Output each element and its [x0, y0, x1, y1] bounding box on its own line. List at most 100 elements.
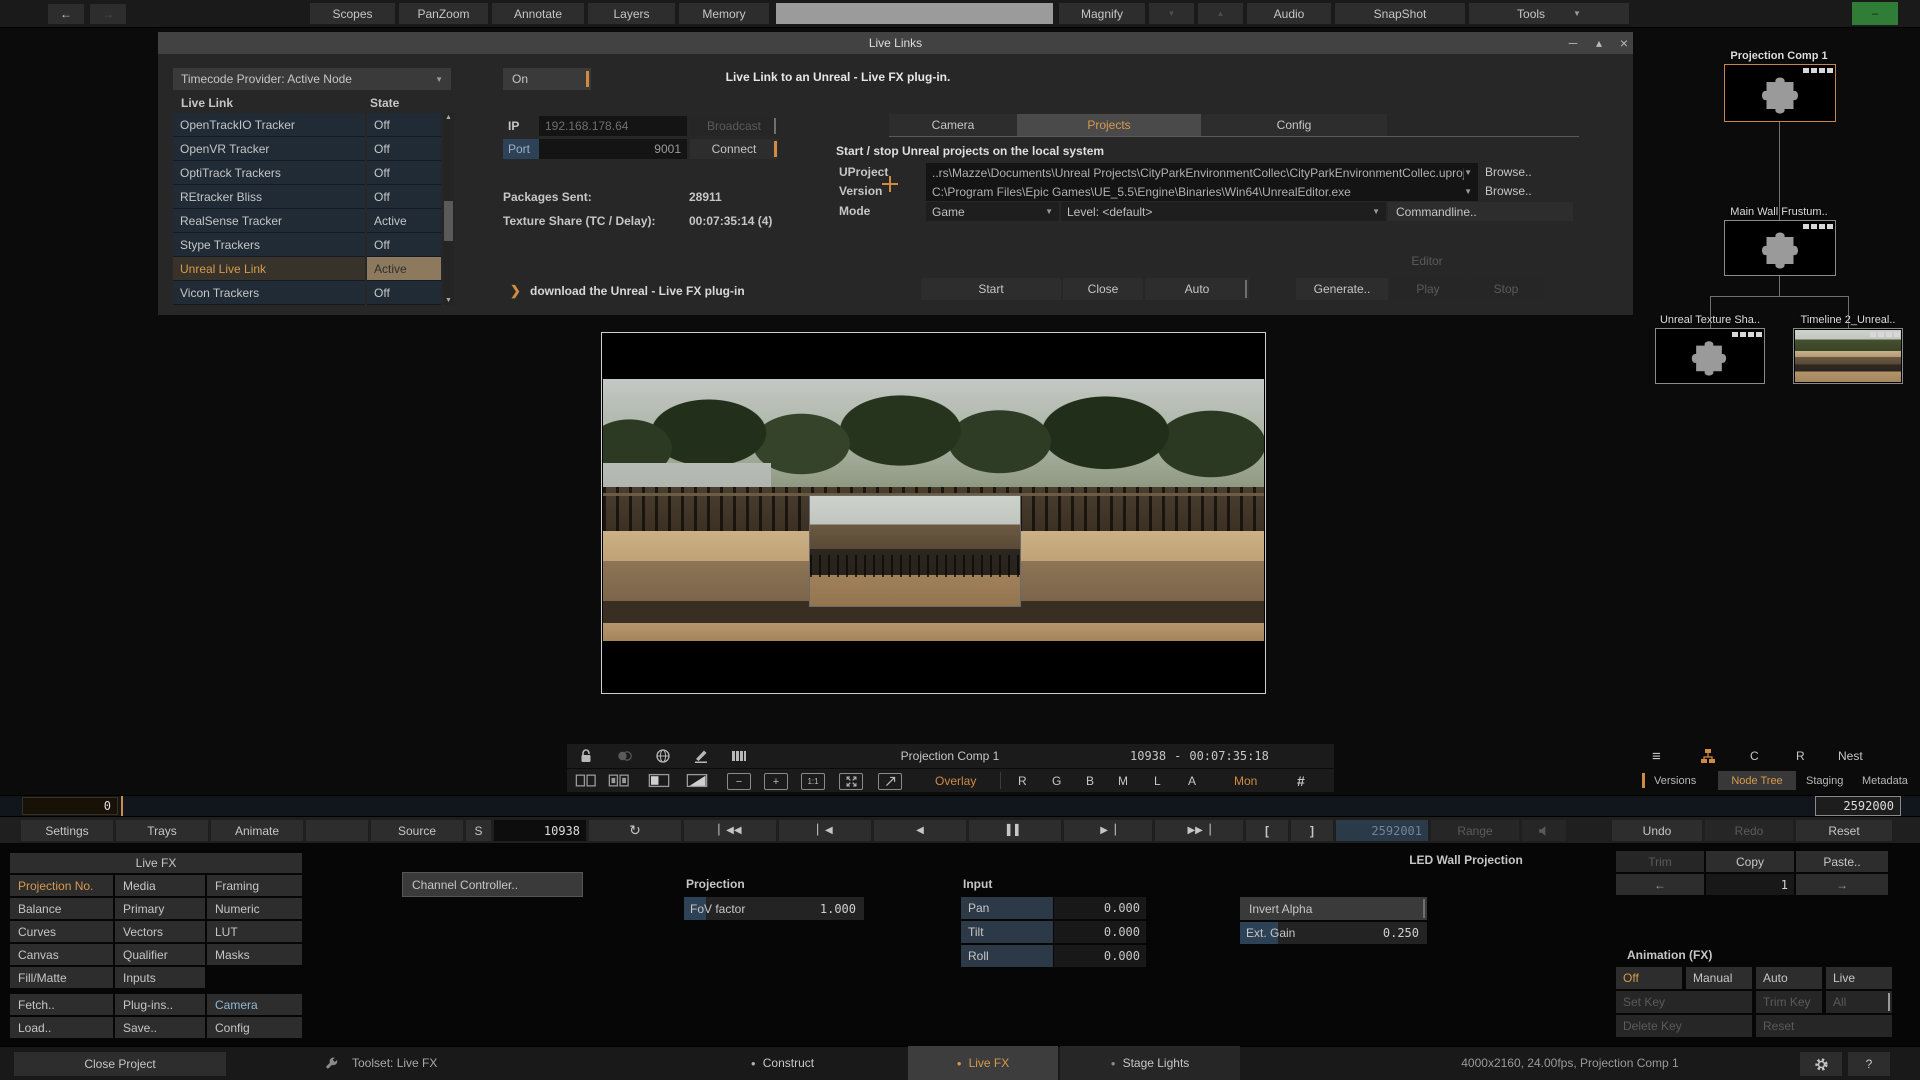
livefx-masks[interactable]: Masks — [207, 944, 302, 965]
range-button[interactable]: Range — [1431, 820, 1519, 841]
tab-node-tree[interactable]: Node Tree — [1718, 771, 1796, 790]
prev-frame-button[interactable]: ▏◀ — [779, 820, 871, 841]
tilt-value[interactable]: 0.000 — [1054, 921, 1146, 943]
globe-icon[interactable] — [655, 748, 671, 764]
tab-metadata[interactable]: Metadata — [1862, 769, 1908, 792]
mode-dropdown[interactable]: Game▼ — [926, 202, 1059, 221]
node-tree-icon[interactable] — [1700, 748, 1716, 764]
overlay-toggle[interactable]: Overlay — [935, 769, 976, 792]
settings-gear-button[interactable] — [1800, 1052, 1842, 1076]
settings-button[interactable]: Settings — [21, 820, 113, 841]
livefx-camera[interactable]: Camera — [207, 994, 302, 1015]
livefx-balance[interactable]: Balance — [10, 898, 113, 919]
version-browse-button[interactable]: Browse.. — [1485, 184, 1532, 198]
anim-off-button[interactable]: Off — [1616, 967, 1682, 989]
mark-in-button[interactable]: [ — [1246, 820, 1288, 841]
delete-key-button[interactable]: Delete Key — [1616, 1015, 1752, 1037]
start-button[interactable]: Start — [921, 278, 1061, 300]
play-button[interactable]: Play — [1390, 278, 1466, 300]
scroll-up-icon[interactable]: ▲ — [443, 114, 454, 121]
livefx-fetch[interactable]: Fetch.. — [10, 994, 113, 1015]
mark-out-button[interactable]: ] — [1291, 820, 1333, 841]
paste-button[interactable]: Paste.. — [1796, 851, 1888, 872]
tracker-row-name[interactable]: OpenVR Tracker — [173, 137, 365, 161]
timeline-in-field[interactable]: 0 — [22, 797, 118, 815]
auto-button[interactable]: Auto — [1145, 278, 1249, 300]
current-frame-field[interactable]: 10938 — [494, 820, 586, 841]
tracker-row-state[interactable]: Off — [367, 113, 441, 137]
anim-reset-button[interactable]: Reset — [1756, 1015, 1892, 1037]
trays-button[interactable]: Trays — [116, 820, 208, 841]
level-dropdown[interactable]: Level: <default>▼ — [1061, 202, 1386, 221]
wrench-icon[interactable] — [324, 1056, 339, 1071]
timecode-provider-dropdown[interactable]: Timecode Provider: Active Node▼ — [173, 68, 451, 90]
channel-controller-button[interactable]: Channel Controller.. — [402, 872, 583, 897]
zoom-out-button[interactable]: − — [727, 773, 751, 790]
trim-button[interactable]: Trim — [1616, 851, 1704, 872]
mon-toggle[interactable]: Mon — [1234, 769, 1257, 792]
diagonal-split-icon[interactable] — [686, 773, 708, 788]
livefx-media[interactable]: Media — [115, 875, 205, 896]
history-forward-button[interactable]: → — [90, 4, 126, 24]
tracker-row-state[interactable]: Off — [367, 281, 441, 305]
grid-overlay-button[interactable]: # — [1297, 769, 1305, 792]
tracker-row-state-selected[interactable]: Active — [367, 257, 441, 281]
channel-r-button[interactable]: R — [1018, 769, 1027, 792]
commandline-button[interactable]: Commandline.. — [1388, 202, 1573, 221]
mute-button[interactable] — [1522, 820, 1566, 841]
film-frames-icon[interactable] — [575, 773, 597, 788]
channel-l-button[interactable]: L — [1154, 769, 1161, 792]
close-project-button[interactable]: Close Project — [14, 1052, 226, 1076]
tracker-row-name[interactable]: Vicon Trackers — [173, 281, 365, 305]
invert-alpha-button[interactable]: Invert Alpha — [1240, 897, 1427, 920]
livefx-vectors[interactable]: Vectors — [115, 921, 205, 942]
node-timeline-unreal[interactable] — [1793, 328, 1903, 384]
pause-button[interactable]: ▌▌ — [969, 820, 1061, 841]
tracker-row-name[interactable]: REtracker Bliss — [173, 185, 365, 209]
tracker-row-state[interactable]: Off — [367, 137, 441, 161]
menu-panzoom-button[interactable]: PanZoom — [399, 3, 488, 24]
channel-g-button[interactable]: G — [1052, 769, 1061, 792]
version-field[interactable]: C:\Program Files\Epic Games\UE_5.5\Engin… — [926, 182, 1478, 201]
close-button[interactable]: Close — [1063, 278, 1143, 300]
livefx-projection-no[interactable]: Projection No. — [10, 875, 113, 896]
anim-manual-button[interactable]: Manual — [1686, 967, 1752, 989]
roll-label[interactable]: Roll — [961, 945, 1053, 967]
split-pane-icon[interactable] — [648, 773, 670, 788]
spare-button[interactable] — [306, 820, 368, 841]
livefx-qualifier[interactable]: Qualifier — [115, 944, 205, 965]
menu-annotate-button[interactable]: Annotate — [492, 3, 584, 24]
livefx-framing[interactable]: Framing — [207, 875, 302, 896]
magnify-up-button[interactable]: ▲ — [1198, 3, 1243, 24]
list-view-button[interactable]: ≡ — [1652, 744, 1661, 768]
set-key-button[interactable]: Set Key — [1616, 991, 1752, 1013]
trim-key-button[interactable]: Trim Key — [1756, 991, 1822, 1013]
tracker-row-name[interactable]: OptiTrack Trackers — [173, 161, 365, 185]
tab-camera[interactable]: Camera — [889, 114, 1017, 136]
channel-m-button[interactable]: M — [1118, 769, 1128, 792]
tab-projects[interactable]: Projects — [1017, 114, 1201, 136]
menu-audio-button[interactable]: Audio — [1247, 3, 1331, 24]
tracker-row-state[interactable]: Off — [367, 161, 441, 185]
film-frames-filled-icon[interactable] — [608, 773, 630, 788]
menu-layers-button[interactable]: Layers — [588, 3, 675, 24]
tracker-row-name[interactable]: Stype Trackers — [173, 233, 365, 257]
menu-scopes-button[interactable]: Scopes — [310, 3, 395, 24]
scrollbar-thumb[interactable] — [444, 201, 453, 241]
copy-button[interactable]: Copy — [1706, 851, 1794, 872]
channel-b-button[interactable]: B — [1086, 769, 1094, 792]
key-all-button[interactable]: All — [1826, 991, 1892, 1013]
tracker-row-state[interactable]: Off — [367, 233, 441, 257]
dialog-rollup-button[interactable]: ▴ — [1589, 36, 1609, 50]
zoom-in-button[interactable]: + — [764, 773, 788, 790]
nest-button[interactable]: Nest — [1838, 744, 1863, 768]
livefx-fill-matte[interactable]: Fill/Matte — [10, 967, 113, 988]
tab-stage-lights[interactable]: ●Stage Lights — [1060, 1046, 1240, 1080]
livefx-lut[interactable]: LUT — [207, 921, 302, 942]
livefx-numeric[interactable]: Numeric — [207, 898, 302, 919]
tab-versions[interactable]: Versions — [1654, 769, 1696, 792]
tab-live-fx[interactable]: ●Live FX — [908, 1046, 1058, 1080]
pan-value[interactable]: 0.000 — [1054, 897, 1146, 919]
playhead-cursor[interactable] — [121, 796, 123, 816]
tracker-row-state[interactable]: Active — [367, 209, 441, 233]
